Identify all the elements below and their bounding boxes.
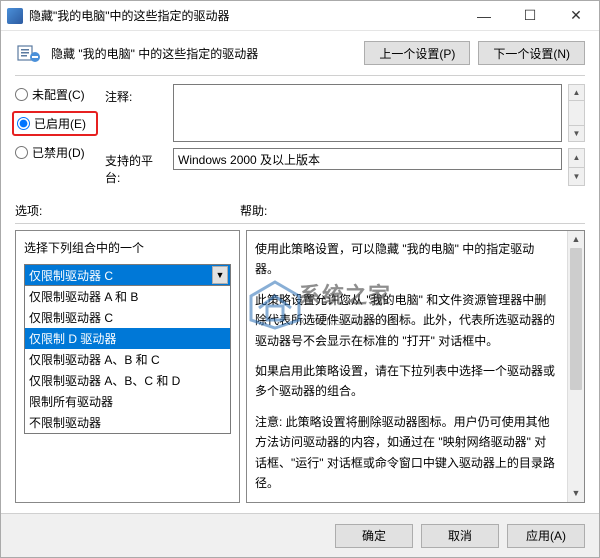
combo-item[interactable]: 限制所有驱动器: [25, 391, 230, 412]
maximize-button[interactable]: ☐: [507, 1, 553, 31]
help-text: 系统之家 XITONGZHIJIA.NET 使用此策略设置，可以隐藏 "我的电脑…: [255, 239, 576, 494]
panels: 选择下列组合中的一个 仅限制驱动器 C ▼ 仅限制驱动器 A 和 B 仅限制驱动…: [15, 223, 585, 503]
options-title: 选择下列组合中的一个: [24, 239, 231, 256]
ok-button[interactable]: 确定: [335, 524, 413, 548]
separator: [15, 75, 585, 76]
radio-disabled[interactable]: 已禁用(D): [15, 144, 95, 161]
next-setting-button[interactable]: 下一个设置(N): [478, 41, 585, 65]
platform-scroll-down[interactable]: ▼: [568, 168, 585, 187]
combo-item[interactable]: 仅限制驱动器 A、B、C 和 D: [25, 370, 230, 391]
scroll-up-icon[interactable]: ▲: [568, 231, 584, 248]
radio-disabled-input[interactable]: [15, 146, 28, 159]
minimize-button[interactable]: —: [461, 1, 507, 31]
combo-item[interactable]: 仅限制 D 驱动器: [25, 328, 230, 349]
comment-label: 注释:: [105, 84, 167, 105]
dialog-window: 隐藏"我的电脑"中的这些指定的驱动器 — ☐ ✕ 隐藏 "我的电脑" 中的这些指…: [0, 0, 600, 558]
combo-selected-text: 仅限制驱动器 C: [29, 267, 113, 284]
radio-not-configured[interactable]: 未配置(C): [15, 86, 95, 103]
window-title: 隐藏"我的电脑"中的这些指定的驱动器: [29, 7, 461, 24]
apply-button[interactable]: 应用(A): [507, 524, 585, 548]
content-area: 隐藏 "我的电脑" 中的这些指定的驱动器 上一个设置(P) 下一个设置(N) 未…: [1, 31, 599, 513]
comment-textarea[interactable]: [173, 84, 562, 142]
window-controls: — ☐ ✕: [461, 1, 599, 31]
scroll-thumb[interactable]: [570, 248, 582, 390]
help-scrollbar[interactable]: ▲ ▼: [567, 231, 584, 502]
combo-item[interactable]: 仅限制驱动器 A、B 和 C: [25, 349, 230, 370]
combo-selected[interactable]: 仅限制驱动器 C ▼: [25, 265, 230, 285]
combo-dropdown-list: 仅限制驱动器 A 和 B 仅限制驱动器 C 仅限制 D 驱动器 仅限制驱动器 A…: [25, 285, 230, 433]
help-panel: 系统之家 XITONGZHIJIA.NET 使用此策略设置，可以隐藏 "我的电脑…: [246, 230, 585, 503]
scroll-down-icon[interactable]: ▼: [568, 485, 584, 502]
radio-disabled-label: 已禁用(D): [32, 144, 85, 161]
radio-group: 未配置(C) 已启用(E) 已禁用(D): [15, 84, 95, 186]
combo-item[interactable]: 仅限制驱动器 A 和 B: [25, 286, 230, 307]
combo-item[interactable]: 不限制驱动器: [25, 412, 230, 433]
options-panel: 选择下列组合中的一个 仅限制驱动器 C ▼ 仅限制驱动器 A 和 B 仅限制驱动…: [15, 230, 240, 503]
comment-scroll-up[interactable]: ▲: [568, 84, 585, 101]
fields-column: 注释: ▲ ▼ 支持的平台: Windows 2000 及以上版本 ▲: [105, 84, 585, 186]
config-area: 未配置(C) 已启用(E) 已禁用(D) 注释:: [15, 84, 585, 186]
radio-enabled-input[interactable]: [17, 117, 30, 130]
platform-box: Windows 2000 及以上版本: [173, 148, 562, 170]
combo-item[interactable]: 仅限制驱动器 C: [25, 307, 230, 328]
platform-scroll-up[interactable]: ▲: [568, 148, 585, 168]
help-paragraph: 此策略设置允许您从 "我的电脑" 和文件资源管理器中删除代表所选硬件驱动器的图标…: [255, 290, 558, 351]
titlebar: 隐藏"我的电脑"中的这些指定的驱动器 — ☐ ✕: [1, 1, 599, 31]
options-label: 选项:: [15, 202, 240, 219]
button-bar: 确定 取消 应用(A): [1, 513, 599, 557]
header-row: 隐藏 "我的电脑" 中的这些指定的驱动器 上一个设置(P) 下一个设置(N): [15, 41, 585, 65]
help-paragraph: 如果启用此策略设置，请在下拉列表中选择一个驱动器或多个驱动器的组合。: [255, 361, 558, 402]
app-icon: [7, 8, 23, 24]
help-paragraph: 使用此策略设置，可以隐藏 "我的电脑" 中的指定驱动器。: [255, 239, 558, 280]
comment-scroll-down[interactable]: ▼: [568, 125, 585, 142]
help-label: 帮助:: [240, 202, 267, 219]
radio-enabled-label: 已启用(E): [34, 115, 86, 132]
cancel-button[interactable]: 取消: [421, 524, 499, 548]
radio-enabled[interactable]: 已启用(E): [17, 115, 93, 132]
drive-combo[interactable]: 仅限制驱动器 C ▼ 仅限制驱动器 A 和 B 仅限制驱动器 C 仅限制 D 驱…: [24, 264, 231, 434]
highlight-box: 已启用(E): [12, 111, 98, 136]
panel-labels: 选项: 帮助:: [15, 202, 585, 219]
comment-row: 注释: ▲ ▼: [105, 84, 585, 142]
radio-not-configured-input[interactable]: [15, 88, 28, 101]
policy-title: 隐藏 "我的电脑" 中的这些指定的驱动器: [51, 45, 356, 62]
comment-scroll-track[interactable]: [568, 101, 585, 125]
platform-label: 支持的平台:: [105, 148, 167, 186]
platform-value: Windows 2000 及以上版本: [178, 151, 320, 168]
help-paragraph: 注意: 此策略设置将删除驱动器图标。用户仍可使用其他方法访问驱动器的内容，如通过…: [255, 412, 558, 494]
chevron-down-icon[interactable]: ▼: [212, 266, 228, 284]
platform-row: 支持的平台: Windows 2000 及以上版本 ▲ ▼: [105, 148, 585, 186]
scroll-track[interactable]: [568, 248, 584, 485]
radio-not-configured-label: 未配置(C): [32, 86, 85, 103]
close-button[interactable]: ✕: [553, 1, 599, 31]
prev-setting-button[interactable]: 上一个设置(P): [364, 41, 470, 65]
policy-icon: [15, 42, 43, 64]
